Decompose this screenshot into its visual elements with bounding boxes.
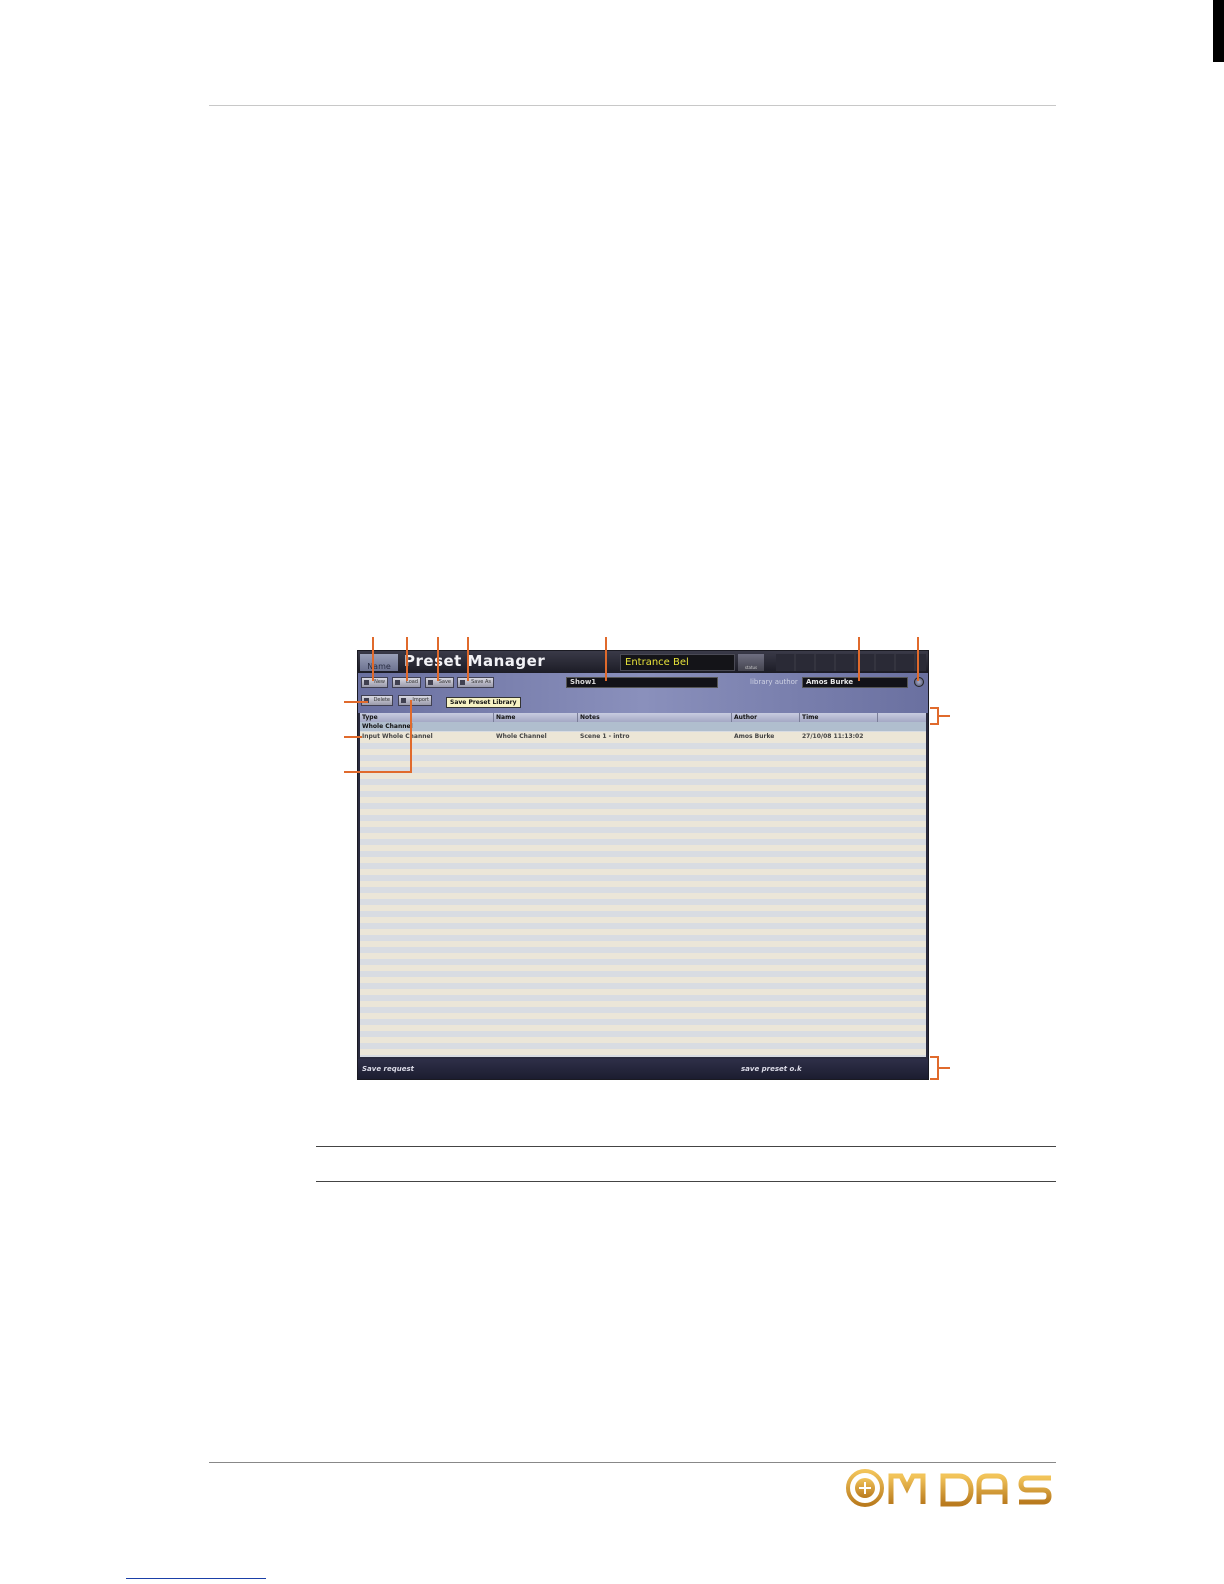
midas-logo [846,1469,1052,1507]
callout-status-bracket-stub [938,1067,950,1069]
table-row[interactable]: Input Whole Channel Whole Channel Scene … [360,732,926,741]
footer-rule [209,1462,1056,1463]
preset-toolbar: New Load Save Save As Save Preset Librar… [358,673,928,713]
group-row-whole-channel[interactable]: Whole Channel [360,722,926,731]
column-header-notes[interactable]: Notes [578,713,732,722]
cell-notes: Scene 1 - intro [580,733,630,740]
cell-time: 27/10/08 11:13:02 [802,733,864,740]
callout-header-bracket-bottom [930,723,939,725]
save-button[interactable]: Save [425,677,454,688]
callout-header-bracket-stub [938,715,950,717]
header-rule [209,105,1056,106]
status-left-text: Save request [362,1065,414,1073]
callout-import-h [344,771,412,773]
save-preset-library-tooltip: Save Preset Library [446,697,521,708]
column-header-author[interactable]: Author [732,713,800,722]
footer-link-underline[interactable] [126,1578,266,1579]
callout-save-as [467,637,469,681]
help-icon[interactable] [914,677,924,687]
name-tab[interactable]: Name [360,654,398,671]
caption-rule-bottom [316,1181,1056,1182]
column-header-type[interactable]: Type [360,713,494,722]
callout-status-bracket-bottom [930,1078,939,1080]
new-button[interactable]: New [361,677,388,688]
callout-header-bracket-top [930,707,939,709]
status-button[interactable]: status [738,654,764,671]
library-author-label: library author [750,678,798,686]
preset-table: Type Name Notes Author Time Whole Channe… [360,713,926,1057]
status-bar: Save request save preset o.k [358,1059,928,1079]
preset-manager-screenshot: Name Preset Manager Entrance Bel status … [357,650,929,1080]
callout-import-v [410,700,412,773]
callout-save [437,637,439,681]
library-name-field[interactable]: Show1 [566,677,718,688]
status-right-text: save preset o.k [741,1065,802,1073]
library-author-field[interactable]: Amos Burke [802,677,908,688]
cell-author: Amos Burke [734,733,775,740]
import-button[interactable]: Import [398,695,432,706]
app-title: Preset Manager [404,652,546,670]
callout-row [344,736,362,738]
caption-rule-top [316,1146,1056,1147]
callout-new [372,637,374,681]
callout-library-name [605,637,607,681]
callout-delete [344,701,368,703]
title-bar: Name Preset Manager Entrance Bel status [358,651,928,673]
page-edge-tab [1213,0,1224,62]
column-header-time[interactable]: Time [800,713,878,722]
scene-name-display: Entrance Bel [620,654,735,671]
callout-status-bracket-top [930,1056,939,1058]
cell-name: Whole Channel [496,733,547,740]
callout-load [406,637,408,681]
column-header-name[interactable]: Name [494,713,578,722]
title-bar-panels [776,654,926,671]
callout-help [917,637,919,681]
cell-type: Input Whole Channel [362,733,433,740]
callout-author [858,637,860,681]
save-as-button[interactable]: Save As [457,677,494,688]
